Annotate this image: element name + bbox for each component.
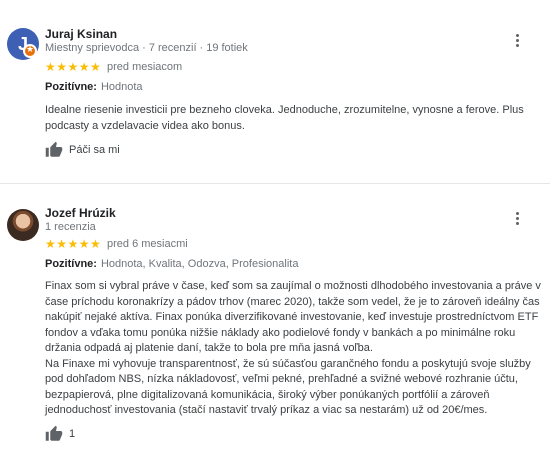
- local-guide-star-icon: [23, 44, 37, 58]
- review-card-1: J Juraj Ksinan Miestny sprievodca·7 rece…: [0, 0, 550, 183]
- rating-stars: ★★★★★: [45, 60, 102, 74]
- review-text-paragraph: Idealne riesenie investicii pre bezneho …: [45, 104, 524, 132]
- like-label: Páči sa mi: [69, 144, 120, 156]
- review-date: pred mesiacom: [107, 61, 183, 73]
- reviewer-meta: 1 recenzia: [45, 221, 96, 233]
- photos-count: 19 fotiek: [206, 42, 248, 54]
- reviews-count: 7 recenzií: [148, 42, 197, 54]
- review-text: Idealne riesenie investicii pre bezneho …: [45, 103, 545, 134]
- attributes-values: Hodnota: [100, 81, 143, 93]
- avatar[interactable]: [7, 209, 39, 241]
- local-guide-label: Miestny sprievodca: [45, 42, 140, 54]
- thumbs-up-icon: [45, 425, 63, 441]
- reviews-count: 1 recenzia: [45, 221, 96, 233]
- review-date: pred 6 mesiacmi: [107, 238, 188, 250]
- like-button[interactable]: 1: [45, 425, 75, 443]
- attributes-label: Pozitívne:: [45, 258, 97, 270]
- review-text-paragraph: Na Finaxe mi vyhovuje transparentnosť, ž…: [45, 357, 531, 417]
- rating-stars: ★★★★★: [45, 237, 102, 251]
- thumbs-up-icon: [45, 141, 63, 157]
- attributes-values: Hodnota, Kvalita, Odozva, Profesionalita: [100, 258, 299, 270]
- review-text-paragraph: Finax som si vybral práve v čase, keď so…: [45, 280, 541, 354]
- review-attributes: Pozitívne: Hodnota: [45, 81, 143, 93]
- like-count: 1: [69, 428, 76, 440]
- like-button[interactable]: Páči sa mi: [45, 141, 120, 159]
- reviewer-meta: Miestny sprievodca · 7 recenzií · 19 fotiek: [45, 42, 248, 54]
- review-divider: [0, 183, 550, 184]
- more-vert-icon[interactable]: [510, 210, 524, 230]
- more-vert-icon[interactable]: [510, 32, 524, 52]
- reviewer-name[interactable]: Jozef Hrúzik: [45, 206, 116, 220]
- review-attributes: Pozitívne: Hodnota, Kvalita, Odozva, Prof…: [45, 258, 298, 270]
- reviewer-name[interactable]: Juraj Ksinan: [45, 27, 117, 41]
- review-text: Finax som si vybral práve v čase, keď so…: [45, 279, 545, 419]
- attributes-label: Pozitívne:: [45, 81, 97, 93]
